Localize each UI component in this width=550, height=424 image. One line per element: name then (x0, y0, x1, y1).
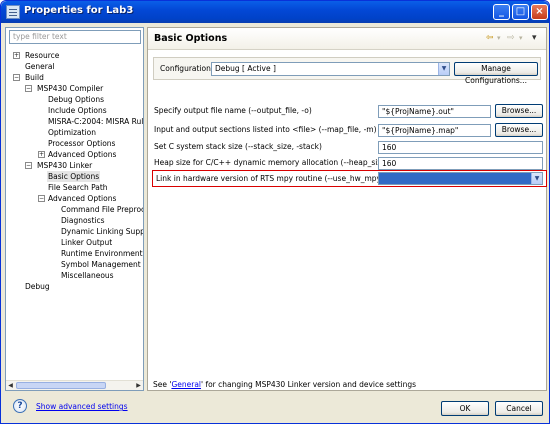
note-prefix: See ' (153, 380, 172, 389)
manage-configurations-button[interactable]: Manage Configurations... (454, 62, 538, 85)
tree-item-file-search-path[interactable]: File Search Path (48, 182, 108, 193)
tree-item-build[interactable]: − Build (11, 72, 44, 83)
content-pane: Basic Options ⇦ ▾ ⇨ ▾ ▾ Configuration: D… (147, 27, 547, 391)
tree-item-label: Command File Preprocess (61, 205, 143, 214)
properties-dialog: Properties for Lab3 _ □ × type filter te… (0, 0, 550, 424)
tree-item-processor-options[interactable]: Processor Options (48, 138, 115, 149)
tree-item-label: Basic Options (48, 172, 100, 181)
expand-icon[interactable]: + (13, 52, 20, 59)
tree-item-dynamic-linking-support[interactable]: Dynamic Linking Support (61, 226, 143, 237)
tree-item-label: File Search Path (48, 183, 108, 192)
back-arrow-icon[interactable]: ⇦ (486, 33, 494, 44)
tree-item-symbol-management[interactable]: Symbol Management (61, 259, 141, 270)
browse-output-file-button[interactable]: Browse... (495, 104, 543, 118)
tree-item-label: Diagnostics (61, 216, 105, 225)
tree-item-label: Dynamic Linking Support (61, 227, 143, 236)
tree-item-label: Include Options (48, 106, 107, 115)
configuration-value: Debug [ Active ] (215, 64, 276, 73)
properties-icon (6, 5, 20, 19)
ok-button[interactable]: OK (441, 401, 489, 416)
tree-item-msp430-linker[interactable]: − MSP430 Linker (23, 160, 92, 171)
cancel-button[interactable]: Cancel (495, 401, 543, 416)
collapse-icon[interactable]: − (25, 85, 32, 92)
tree-item-general[interactable]: General (25, 61, 55, 72)
chevron-down-icon[interactable]: ▼ (438, 63, 449, 75)
tree-item-compiler-advanced-options[interactable]: + Advanced Options (36, 149, 116, 160)
page-title: Basic Options (154, 33, 228, 44)
tree-item-linker-output[interactable]: Linker Output (61, 237, 112, 248)
tree-item-label: Miscellaneous (61, 271, 114, 280)
tree-item-misra[interactable]: MISRA-C:2004: MISRA Rules (48, 116, 143, 127)
scroll-left-icon[interactable]: ◀ (6, 382, 15, 390)
tree-item-resource[interactable]: + Resource (11, 50, 59, 61)
tree-item-miscellaneous[interactable]: Miscellaneous (61, 270, 114, 281)
configuration-select[interactable]: Debug [ Active ] ▼ (211, 62, 450, 76)
collapse-icon[interactable]: − (25, 162, 32, 169)
tree-item-label: Optimization (48, 128, 96, 137)
filter-input[interactable]: type filter text (9, 30, 141, 44)
scroll-right-icon[interactable]: ▶ (134, 382, 143, 390)
tree-item-label: General (25, 62, 55, 71)
output-file-input[interactable]: "${ProjName}.out" (378, 105, 491, 118)
configuration-label: Configuration: (160, 64, 214, 73)
tree-item-optimization[interactable]: Optimization (48, 127, 96, 138)
window-title: Properties for Lab3 (24, 5, 134, 16)
tree-item-label: MSP430 Linker (37, 161, 93, 170)
chevron-down-icon[interactable]: ▼ (531, 173, 542, 184)
tree-item-label: Debug Options (48, 95, 104, 104)
tree-item-runtime-environment[interactable]: Runtime Environment (61, 248, 143, 259)
tree-item-label: Linker Output (61, 238, 113, 247)
forward-dropdown-icon[interactable]: ▾ (519, 33, 523, 44)
tree-item-diagnostics[interactable]: Diagnostics (61, 215, 105, 226)
stack-size-label: Set C system stack size (--stack_size, -… (154, 142, 322, 151)
hw-mpy-select[interactable]: ▼ (378, 172, 543, 185)
tree-item-label: MISRA-C:2004: MISRA Rules (48, 117, 143, 126)
tree-item-basic-options[interactable]: Basic Options (47, 171, 101, 182)
map-file-label: Input and output sections listed into <f… (154, 125, 377, 134)
expand-icon[interactable]: + (38, 151, 45, 158)
tree-item-label: Advanced Options (48, 150, 117, 159)
general-link[interactable]: General (171, 380, 201, 389)
tree-item-msp430-compiler[interactable]: − MSP430 Compiler (23, 83, 103, 94)
collapse-icon[interactable]: − (13, 74, 20, 81)
back-dropdown-icon[interactable]: ▾ (497, 33, 501, 44)
navigation-pane: type filter text + Resource General − Bu… (5, 27, 144, 391)
note-suffix: ' for changing MSP430 Linker version and… (201, 380, 417, 389)
tree-item-linker-advanced-options[interactable]: − Advanced Options (36, 193, 116, 204)
linker-settings-note: See 'General' for changing MSP430 Linker… (153, 380, 416, 389)
output-file-label: Specify output file name (--output_file,… (154, 106, 312, 115)
heap-size-input[interactable]: 160 (378, 157, 543, 170)
forward-arrow-icon[interactable]: ⇨ (507, 33, 515, 44)
title-bar: Properties for Lab3 _ □ × (1, 1, 549, 23)
view-menu-icon[interactable]: ▾ (532, 33, 537, 44)
tree-item-debug[interactable]: Debug (25, 281, 50, 292)
tree-item-label: Runtime Environment (61, 249, 143, 258)
help-icon[interactable]: ? (13, 399, 27, 413)
close-button[interactable]: × (531, 4, 548, 20)
tree-item-label: Processor Options (48, 139, 116, 148)
tree-item-label: Debug (25, 282, 50, 291)
tree-item-label: Advanced Options (48, 194, 117, 203)
tree-item-label: Symbol Management (61, 260, 141, 269)
stack-size-input[interactable]: 160 (378, 141, 543, 154)
tree-item-command-file-preprocessing[interactable]: Command File Preprocess (61, 204, 143, 215)
browse-map-file-button[interactable]: Browse... (495, 123, 543, 137)
hw-mpy-label: Link in hardware version of RTS mpy rout… (156, 174, 384, 183)
heap-size-label: Heap size for C/C++ dynamic memory alloc… (154, 158, 416, 167)
minimize-button[interactable]: _ (493, 4, 510, 20)
collapse-icon[interactable]: − (38, 195, 45, 202)
tree-item-include-options[interactable]: Include Options (48, 105, 107, 116)
show-advanced-settings-link[interactable]: Show advanced settings (36, 402, 128, 411)
maximize-button[interactable]: □ (512, 4, 529, 20)
horizontal-scrollbar[interactable]: ◀ ▶ (6, 380, 143, 390)
tree-item-debug-options[interactable]: Debug Options (48, 94, 104, 105)
tree-item-label: MSP430 Compiler (37, 84, 104, 93)
property-tree: + Resource General − Build − MSP430 Comp… (6, 46, 143, 381)
tree-item-label: Resource (25, 51, 60, 60)
page-header: Basic Options ⇦ ▾ ⇨ ▾ ▾ (148, 28, 546, 50)
scroll-thumb[interactable] (16, 382, 106, 389)
tree-item-label: Build (25, 73, 44, 82)
map-file-input[interactable]: "${ProjName}.map" (378, 124, 491, 137)
configuration-group: Configuration: Debug [ Active ] ▼ Manage… (153, 57, 541, 85)
